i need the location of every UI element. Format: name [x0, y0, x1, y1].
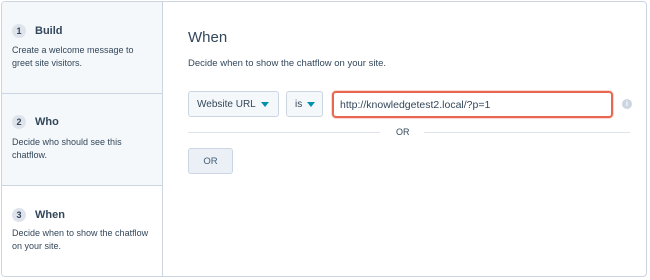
step-title: When: [35, 209, 65, 221]
step-when-active[interactable]: 3 When Decide when to show the chatflow …: [2, 186, 162, 276]
page-description: Decide when to show the chatflow on your…: [188, 58, 387, 69]
step-description: Decide when to show the chatflow on your…: [12, 228, 149, 251]
or-divider-label: OR: [396, 127, 410, 137]
step-build[interactable]: 1 Build Create a welcome message to gree…: [2, 2, 162, 94]
chatflow-settings-panel: 1 Build Create a welcome message to gree…: [1, 1, 647, 277]
step-title: Who: [35, 116, 59, 128]
step-number-badge: 1: [12, 24, 26, 38]
caret-down-icon: [260, 101, 269, 107]
step-description: Create a welcome message to greet site v…: [12, 45, 134, 68]
field-dropdown[interactable]: Website URL: [188, 91, 279, 117]
when-settings: When Decide when to show the chatflow on…: [164, 2, 646, 276]
divider-line: [424, 132, 630, 133]
divider-line: [188, 132, 380, 133]
step-number-badge: 2: [12, 115, 26, 129]
caret-down-icon: [307, 101, 316, 107]
steps-sidebar: 1 Build Create a welcome message to gree…: [2, 2, 163, 276]
step-header: 2 Who: [12, 115, 59, 129]
step-header: 3 When: [12, 208, 65, 222]
step-description: Decide who should see this chatflow.: [12, 137, 122, 160]
url-value-input[interactable]: [332, 91, 613, 118]
operator-dropdown-value: is: [295, 98, 303, 110]
add-or-rule-button[interactable]: OR: [188, 148, 233, 174]
field-dropdown-value: Website URL: [197, 98, 256, 110]
info-icon[interactable]: i: [622, 99, 632, 109]
page-title: When: [188, 29, 228, 46]
step-who[interactable]: 2 Who Decide who should see this chatflo…: [2, 94, 162, 186]
step-number-badge: 3: [12, 208, 26, 222]
step-header: 1 Build: [12, 24, 63, 38]
step-title: Build: [35, 25, 63, 37]
operator-dropdown[interactable]: is: [286, 91, 323, 117]
